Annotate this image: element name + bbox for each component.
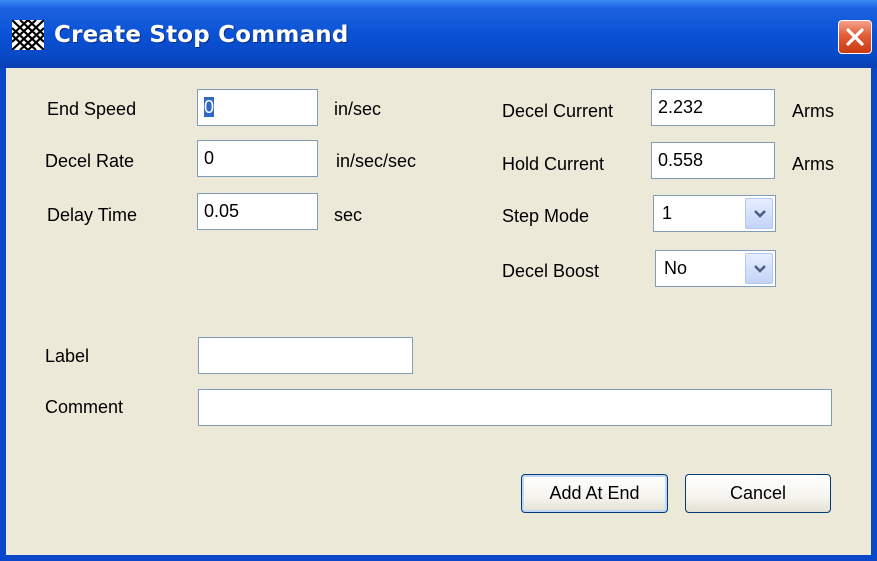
decel-boost-select[interactable]: No (655, 250, 776, 287)
hold-current-unit: Arms (792, 154, 834, 174)
end-speed-label: End Speed (47, 99, 137, 119)
decel-current-label: Decel Current (502, 101, 614, 121)
label-field-label: Label (45, 346, 90, 366)
add-at-end-button[interactable]: Add At End (521, 474, 668, 513)
chevron-down-icon (754, 210, 766, 218)
end-speed-input[interactable]: 0 (197, 89, 318, 126)
decel-rate-input[interactable]: 0 (197, 140, 318, 177)
decel-rate-unit: in/sec/sec (336, 151, 417, 171)
window-title: Create Stop Command (54, 22, 349, 48)
decel-current-input[interactable]: 2.232 (651, 89, 775, 126)
comment-field-label: Comment (45, 397, 124, 417)
cancel-button[interactable]: Cancel (685, 474, 831, 513)
decel-boost-label: Decel Boost (502, 261, 600, 281)
chevron-down-icon (754, 265, 766, 273)
end-speed-value: 0 (204, 97, 215, 117)
title-bar[interactable]: Create Stop Command (0, 0, 877, 68)
window-frame-right (871, 68, 877, 561)
hold-current-label: Hold Current (502, 154, 605, 174)
delay-time-unit: sec (334, 205, 363, 225)
step-mode-dropdown-button[interactable] (745, 198, 773, 229)
end-speed-unit: in/sec (334, 99, 382, 119)
decel-rate-label: Decel Rate (45, 151, 135, 171)
label-input[interactable] (198, 337, 413, 374)
step-mode-value: 1 (662, 203, 673, 223)
comment-input[interactable] (198, 389, 832, 426)
close-icon (846, 28, 864, 46)
step-mode-select[interactable]: 1 (653, 195, 776, 232)
step-mode-label: Step Mode (502, 206, 590, 226)
decel-boost-value: No (664, 258, 688, 278)
decel-current-unit: Arms (792, 101, 834, 121)
delay-time-input[interactable]: 0.05 (197, 193, 318, 230)
close-button[interactable] (838, 20, 872, 54)
delay-time-label: Delay Time (47, 205, 138, 225)
window-frame-bottom (0, 555, 877, 561)
hold-current-input[interactable]: 0.558 (651, 142, 775, 179)
create-stop-command-dialog: Create Stop Command End Speed 0 in/sec D… (0, 0, 877, 561)
decel-boost-dropdown-button[interactable] (745, 253, 773, 284)
app-pattern-icon (12, 20, 44, 50)
